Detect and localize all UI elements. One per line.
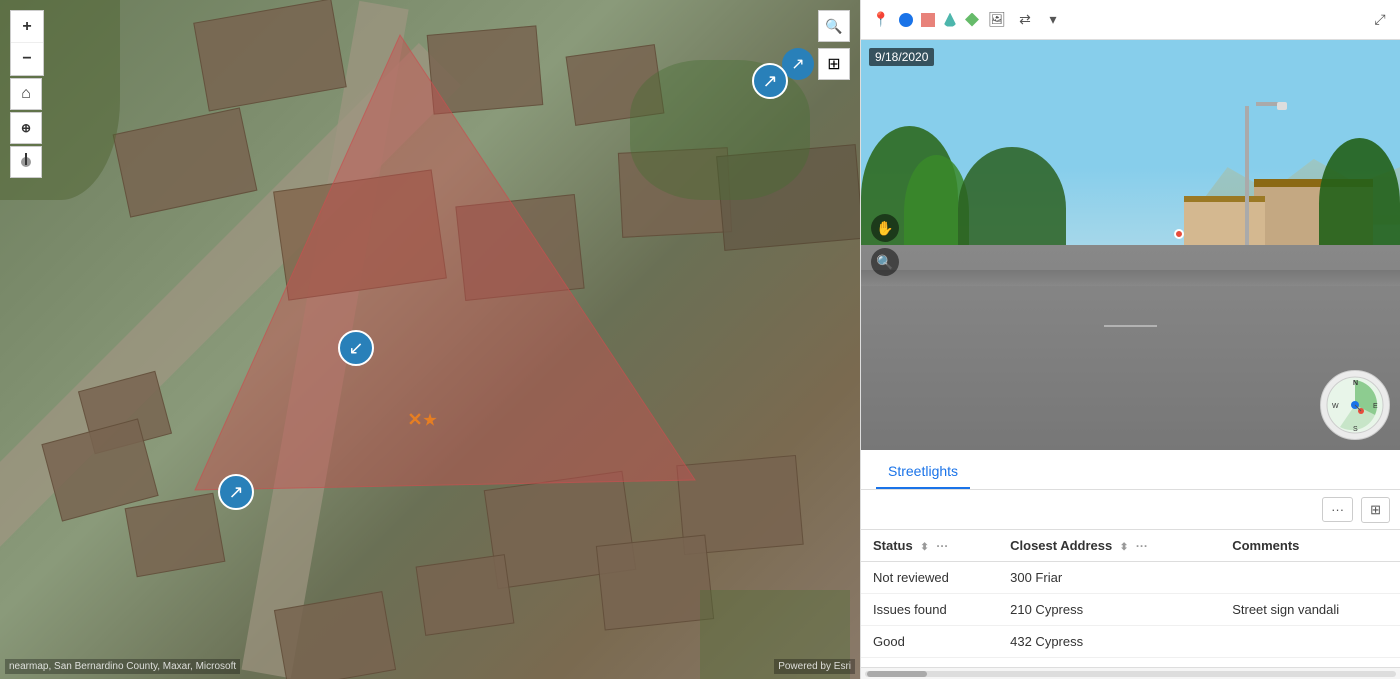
compass-button[interactable]: ⊕ [10,112,42,144]
sv-streetlight-lamp [1277,102,1287,110]
cell-address: 300 Friar [998,562,1220,594]
location-marker[interactable]: ✕ [407,410,422,431]
cell-comments [1220,562,1400,594]
cell-status: Not reviewed [861,562,998,594]
nav-circle-2[interactable]: ↗ [752,63,788,99]
map-attribution-left: nearmap, San Bernardino County, Maxar, M… [5,659,240,674]
tab-bar: Streetlights [861,450,1400,490]
svg-text:E: E [1373,403,1378,410]
sort-icon-status: ⬍ [920,542,928,553]
arrow-exchange-icon[interactable]: ⇄ [1015,10,1035,30]
cell-status: Issues found [861,594,998,626]
data-table: Status ⬍ ··· Closest Address ⬍ ··· Comme… [861,530,1400,667]
grid-view-button[interactable]: ⊞ [1361,497,1390,523]
home-button[interactable]: ⌂ [10,78,42,110]
col-header-comments[interactable]: Comments [1220,530,1400,562]
svg-text:N: N [1353,380,1358,387]
tab-streetlights[interactable]: Streetlights [876,455,970,489]
data-toolbar: ··· ⊞ [861,490,1400,530]
search-button[interactable]: 🔍 [818,10,850,42]
col-header-address[interactable]: Closest Address ⬍ ··· [998,530,1220,562]
right-panel: 📍 🖼 ⇄ ▾ ⤢ [860,0,1400,679]
sv-controls: ✋ 🔍 [871,214,899,276]
more-options-button[interactable]: ··· [1322,497,1353,522]
col-menu-address[interactable]: ··· [1136,539,1148,553]
table-row[interactable]: Issues found 210 Cypress Street sign van… [861,594,1400,626]
map-zoom-controls: + − ⌂ ⊕ [10,10,44,178]
cell-comments [1220,626,1400,658]
data-panel: Streetlights ··· ⊞ Status ⬍ ··· Cl [861,450,1400,679]
cell-comments: Street sign vandali [1220,594,1400,626]
streetlights-table: Status ⬍ ··· Closest Address ⬍ ··· Comme… [861,530,1400,658]
dot-red[interactable] [921,13,935,27]
dot-blue[interactable] [899,13,913,27]
table-row[interactable]: Not reviewed 300 Friar [861,562,1400,594]
sv-road-edge [861,270,1400,286]
zoom-in-button[interactable]: + [11,11,43,43]
nav-circle-1[interactable]: ↙ [338,330,374,366]
map-building [273,169,447,300]
dot-teal[interactable] [943,13,957,27]
north-button[interactable] [10,146,42,178]
dot-green[interactable] [965,13,979,27]
cell-status: Good [861,626,998,658]
map-building [427,25,544,114]
horizontal-scrollbar[interactable] [861,667,1400,679]
street-view-panel: 9/18/2020 ✋ 🔍 N E S W [861,40,1400,450]
qr-button[interactable]: ⊞ [818,48,850,80]
sv-hand-cursor[interactable]: ✋ [871,214,899,242]
scrollbar-track [865,671,1396,677]
location-pin-icon[interactable]: 📍 [871,10,891,30]
top-toolbar: 📍 🖼 ⇄ ▾ ⤢ [861,0,1400,40]
map-building [416,554,515,636]
photo-icon[interactable]: 🖼 [987,10,1007,30]
map-panel: + − ⌂ ⊕ 🔍 ↗ ⊞ ↙ ↗ ↗ ✕ nearmap, San Berna… [0,0,860,679]
sv-location-dot [1174,229,1184,239]
map-building [596,534,714,630]
nav-circle-3[interactable]: ↗ [218,474,254,510]
chevron-down-icon[interactable]: ▾ [1043,10,1063,30]
svg-text:W: W [1332,403,1339,410]
map-building [455,194,584,301]
col-header-status[interactable]: Status ⬍ ··· [861,530,998,562]
map-attribution-right: Powered by Esri [774,659,855,674]
cell-address: 432 Cypress [998,626,1220,658]
scrollbar-thumb[interactable] [867,671,927,677]
sv-road-marking [1104,325,1158,327]
compass-rose[interactable]: N E S W [1320,370,1390,440]
sort-icon-address: ⬍ [1120,542,1128,553]
cell-address: 210 Cypress [998,594,1220,626]
map-right-controls: 🔍 ↗ ⊞ [782,10,850,80]
sv-date-badge: 9/18/2020 [869,48,934,66]
zoom-out-button[interactable]: − [11,43,43,75]
expand-icon[interactable]: ⤢ [1370,10,1390,30]
table-row[interactable]: Good 432 Cypress [861,626,1400,658]
sv-zoom-out[interactable]: 🔍 [871,248,899,276]
col-menu-status[interactable]: ··· [936,539,948,553]
svg-text:S: S [1353,426,1358,433]
